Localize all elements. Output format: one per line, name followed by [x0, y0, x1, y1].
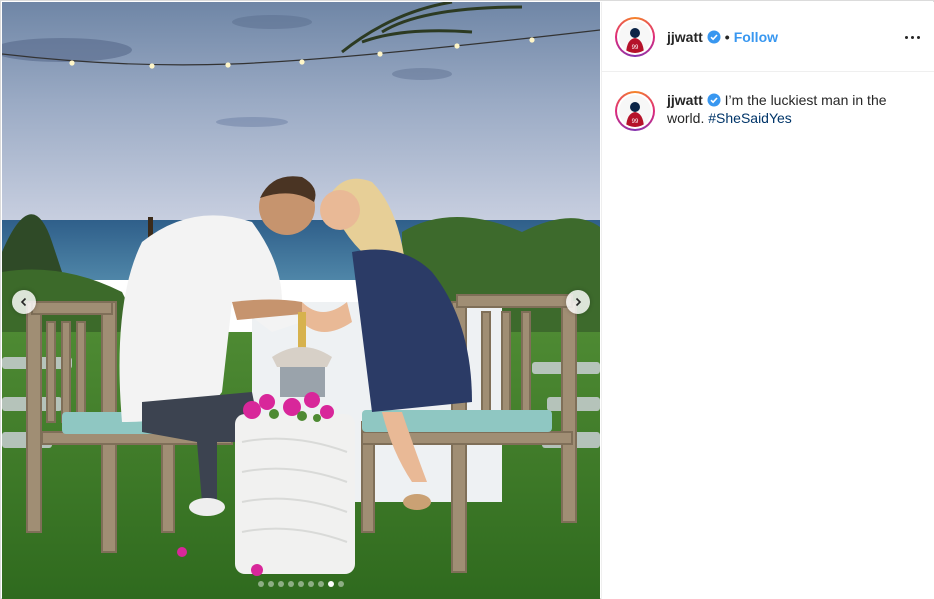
caption-jersey-number: 99 [632, 119, 639, 125]
caption-avatar: 99 [619, 95, 651, 127]
carousel-indicator [2, 581, 600, 587]
carousel-prev-button[interactable] [12, 290, 36, 314]
jersey-number: 99 [632, 45, 639, 51]
chevron-right-icon [575, 297, 582, 307]
post-header: 99 jjwatt • Follow [602, 2, 934, 72]
separator-dot: • [724, 28, 730, 45]
carousel-dot [338, 581, 344, 587]
carousel-dot [308, 581, 314, 587]
caption: 99 jjwatt I’m the luckiest man in the wo… [615, 91, 925, 131]
verified-badge-icon [707, 30, 721, 43]
caption-username[interactable]: jjwatt [667, 92, 703, 108]
caption-text-block: jjwatt I’m the luckiest man in the world… [667, 91, 917, 131]
post-side-panel: 99 jjwatt • Follow 99 jjwatt I’m the luc… [601, 2, 934, 599]
more-options-icon[interactable] [903, 28, 921, 46]
carousel-dot [258, 581, 264, 587]
carousel-dot [298, 581, 304, 587]
caption-story-ring[interactable]: 99 [615, 91, 655, 131]
post-photo[interactable] [2, 2, 600, 599]
carousel-dot-active [328, 581, 334, 587]
chevron-left-icon [20, 297, 27, 307]
carousel-dot [268, 581, 274, 587]
photo-scene [2, 2, 600, 599]
hashtag-link[interactable]: #SheSaidYes [708, 110, 792, 126]
caption-verified-badge-icon [707, 93, 721, 107]
follow-button[interactable]: Follow [734, 29, 778, 45]
avatar: 99 [619, 20, 651, 53]
carousel-next-button[interactable] [566, 290, 590, 314]
carousel-dot [318, 581, 324, 587]
username[interactable]: jjwatt [667, 29, 703, 45]
carousel-dot [288, 581, 294, 587]
story-ring[interactable]: 99 [615, 16, 655, 57]
carousel-dot [278, 581, 284, 587]
instagram-post-embed: 99 jjwatt • Follow 99 jjwatt I’m the luc… [0, 0, 934, 599]
